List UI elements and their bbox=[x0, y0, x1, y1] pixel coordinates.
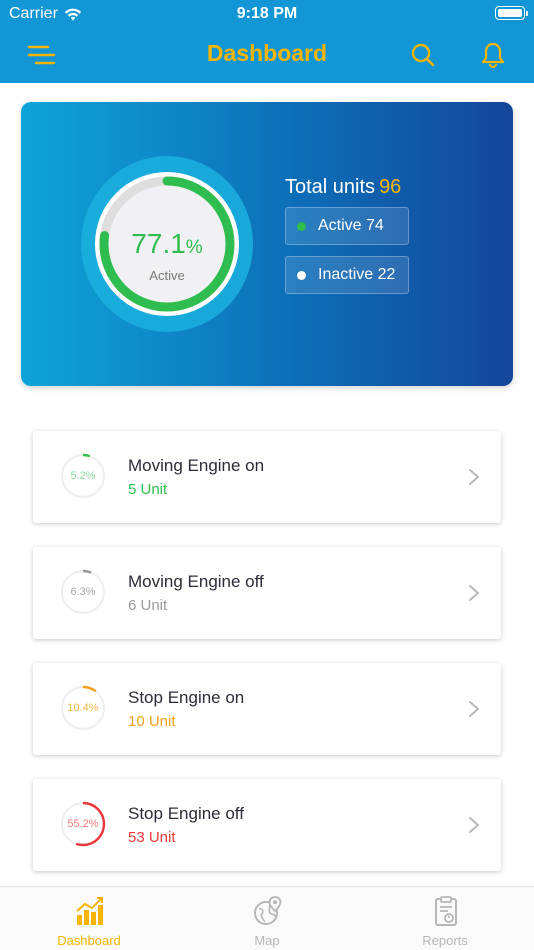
percent-symbol: % bbox=[185, 237, 203, 258]
chevron-right-icon bbox=[469, 701, 479, 717]
active-gauge: 77.1% Active bbox=[81, 156, 253, 332]
row-units: 53 Unit bbox=[128, 829, 176, 846]
page-title: Dashboard bbox=[206, 40, 328, 66]
inactive-dot-icon bbox=[297, 270, 306, 280]
tab-label: Map bbox=[254, 933, 280, 948]
row-title: Stop Engine off bbox=[128, 804, 244, 823]
tab-bar: Dashboard Map Reports bbox=[0, 886, 534, 950]
row-percent: 6.3% bbox=[70, 586, 96, 598]
total-units: Total units 96 bbox=[285, 176, 401, 199]
tab-label: Dashboard bbox=[57, 933, 121, 948]
status-time: 9:18 PM bbox=[236, 5, 298, 22]
row-title: Stop Engine on bbox=[128, 688, 245, 707]
status-row-moving-engine-off[interactable]: 6.3% Moving Engine off 6 Unit bbox=[33, 547, 501, 639]
battery-icon bbox=[495, 6, 528, 20]
row-units: 10 Unit bbox=[128, 713, 176, 730]
gauge-label: Active bbox=[149, 268, 185, 283]
inactive-filter-chip[interactable]: Inactive 22 bbox=[285, 256, 409, 294]
map-pin-globe-icon bbox=[254, 896, 282, 925]
bar-chart-icon bbox=[76, 897, 103, 925]
active-percent: 77.1% bbox=[81, 228, 253, 260]
tab-map[interactable]: Map bbox=[178, 887, 356, 950]
bell-icon bbox=[481, 42, 505, 69]
status-row-stop-engine-on[interactable]: 10.4% Stop Engine on 10 Unit bbox=[33, 663, 501, 755]
search-button[interactable] bbox=[406, 38, 440, 72]
row-units: 5 Unit bbox=[128, 481, 168, 498]
status-row-moving-engine-on[interactable]: 5.2% Moving Engine on 5 Unit bbox=[33, 431, 501, 523]
active-dot-icon bbox=[297, 221, 306, 231]
total-units-label: Total units bbox=[285, 176, 376, 198]
status-row-stop-engine-off[interactable]: 55.2% Stop Engine off 53 Unit bbox=[33, 779, 501, 871]
inactive-chip-label: Inactive 22 bbox=[318, 266, 396, 283]
active-percent-value: 77.1 bbox=[131, 228, 186, 259]
chevron-right-icon bbox=[469, 585, 479, 601]
chevron-right-icon bbox=[469, 817, 479, 833]
row-percent: 55.2% bbox=[67, 818, 99, 830]
summary-card: 77.1% Active Total units 96 Active 74 Ina… bbox=[21, 102, 513, 386]
app-header: Carrier 9:18 PM Dashboard bbox=[0, 0, 534, 83]
row-title: Moving Engine on bbox=[128, 456, 265, 475]
row-units: 6 Unit bbox=[128, 597, 168, 614]
search-icon bbox=[411, 43, 435, 67]
chevron-right-icon bbox=[469, 469, 479, 485]
row-percent: 10.4% bbox=[67, 702, 99, 714]
total-units-value: 96 bbox=[379, 176, 402, 198]
active-filter-chip[interactable]: Active 74 bbox=[285, 207, 409, 245]
notifications-button[interactable] bbox=[476, 38, 510, 72]
tab-dashboard[interactable]: Dashboard bbox=[0, 887, 178, 950]
status-bar: Carrier 9:18 PM bbox=[0, 0, 534, 28]
row-title: Moving Engine off bbox=[128, 572, 264, 591]
clipboard-report-icon bbox=[435, 896, 457, 926]
tab-label: Reports bbox=[422, 933, 468, 948]
tab-reports[interactable]: Reports bbox=[356, 887, 534, 950]
active-chip-label: Active 74 bbox=[318, 217, 384, 234]
row-percent: 5.2% bbox=[70, 470, 96, 482]
